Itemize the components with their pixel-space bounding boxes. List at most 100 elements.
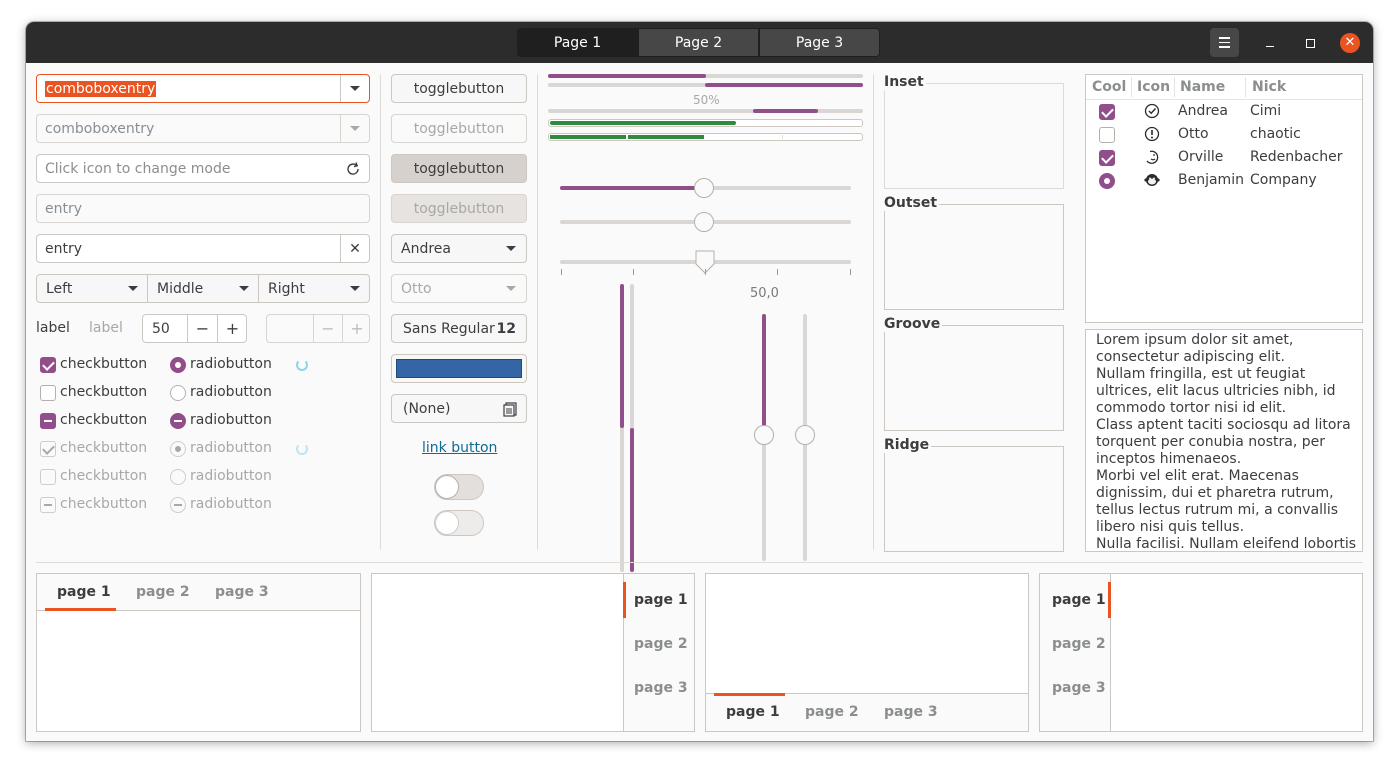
document-icon [503, 401, 517, 417]
checkbox-checked[interactable] [40, 357, 56, 373]
checkbox-checked-disabled [40, 441, 56, 457]
entry-with-clear[interactable]: entry ✕ [36, 234, 370, 263]
notebook-tab-page-2[interactable]: page 2 [1052, 636, 1106, 652]
column-header-icon[interactable]: Icon [1137, 79, 1170, 95]
text-line: dignissim, dui et pharetra rutrum, [1096, 485, 1334, 501]
close-button[interactable]: ✕ [1340, 33, 1360, 53]
togglebutton[interactable]: togglebutton [391, 74, 527, 103]
progress-bar-2 [548, 83, 863, 87]
link-button[interactable]: link button [422, 440, 497, 456]
notebook-tab-page-3[interactable]: page 3 [884, 704, 938, 720]
radio-unchecked-disabled [170, 469, 186, 485]
font-button[interactable]: Sans Regular 12 [391, 314, 527, 343]
frame-ridge [884, 446, 1064, 552]
togglebutton-active[interactable]: togglebutton [391, 154, 527, 183]
checkbox-unchecked[interactable] [40, 385, 56, 401]
v-scale-2-knob[interactable] [795, 425, 815, 445]
combobox-entry-focused[interactable]: comboboxentry [36, 74, 370, 103]
chevron-down-icon [506, 246, 516, 251]
tab-page-3[interactable]: Page 3 [759, 28, 880, 57]
row-cool-checkbox[interactable] [1099, 104, 1115, 120]
radio-checked-disabled [170, 441, 186, 457]
column-header-name[interactable]: Name [1180, 79, 1225, 95]
clear-icon[interactable]: ✕ [340, 235, 369, 262]
text-line: Morbi vel elit erat. Maecenas [1096, 468, 1299, 484]
column-header-nick[interactable]: Nick [1252, 79, 1286, 95]
file-chooser-button[interactable]: (None) [391, 394, 527, 423]
switch-off[interactable] [434, 474, 484, 500]
text-line: Nullam fringilla, est ut feugiat [1096, 366, 1306, 382]
notebook-tab-page-3[interactable]: page 3 [634, 680, 688, 696]
progress-bar-3 [548, 109, 863, 113]
linked-combo-buttons: Left Middle Right [36, 274, 370, 303]
notebook-tab-page-2[interactable]: page 2 [136, 584, 190, 600]
minimize-button[interactable] [1260, 33, 1280, 53]
notebook-tab-page-2[interactable]: page 2 [634, 636, 688, 652]
spin-button[interactable]: 50 − + [142, 314, 247, 343]
maximize-button[interactable] [1300, 33, 1320, 53]
hamburger-menu-button[interactable] [1210, 28, 1239, 57]
spinner-icon-disabled [296, 443, 308, 455]
notebook-tab-page-3[interactable]: page 3 [215, 584, 269, 600]
spin-plus-button[interactable]: + [217, 315, 247, 342]
treeview: Cool Icon Name Nick Andrea Cimi Otto cha… [1085, 74, 1363, 323]
radio-checked[interactable] [170, 357, 186, 373]
radio-mixed-disabled [170, 497, 186, 513]
h-scale-2-knob[interactable] [694, 212, 714, 232]
checkbutton-label[interactable]: checkbutton [60, 356, 147, 372]
checkbutton-label[interactable]: checkbutton [60, 412, 147, 428]
checkbutton-label-disabled: checkbutton [60, 468, 148, 484]
frame-inset [884, 83, 1064, 189]
notebook-tabs-left: page 1 page 2 page 3 [1039, 573, 1363, 732]
row-nick[interactable]: chaotic [1250, 126, 1301, 142]
row-nick[interactable]: Company [1250, 172, 1317, 188]
radio-unchecked[interactable] [170, 385, 186, 401]
active-tab-indicator [623, 582, 626, 618]
spin-minus-button[interactable]: − [187, 315, 217, 342]
scale-value: 50,0 [750, 286, 779, 301]
radio-mixed[interactable] [170, 413, 186, 429]
tab-page-1[interactable]: Page 1 [517, 28, 638, 57]
radiobutton-label[interactable]: radiobutton [190, 384, 272, 400]
section-separator [36, 562, 1363, 563]
radiobutton-label[interactable]: radiobutton [190, 412, 272, 428]
refresh-icon[interactable] [345, 161, 361, 177]
combo-dropdown-button[interactable] [340, 75, 369, 102]
notebook-tab-page-3[interactable]: page 3 [1052, 680, 1106, 696]
notebook-tab-page-1[interactable]: page 1 [1052, 592, 1106, 608]
icon-entry[interactable]: Click icon to change mode [36, 154, 370, 183]
notebook-tab-page-2[interactable]: page 2 [805, 704, 859, 720]
text-line: consectetur adipiscing elit. [1096, 349, 1285, 365]
row-name[interactable]: Andrea [1178, 103, 1228, 119]
column-header-cool[interactable]: Cool [1092, 79, 1126, 95]
combo-middle[interactable]: Middle [148, 274, 259, 303]
notebook-tab-page-1[interactable]: page 1 [57, 584, 111, 600]
progress-bar-1 [548, 74, 863, 78]
combo-right[interactable]: Right [259, 274, 370, 303]
row-nick[interactable]: Cimi [1250, 103, 1281, 119]
checkbox-unchecked-disabled [40, 469, 56, 485]
text-view[interactable]: Lorem ipsum dolor sit amet, consectetur … [1085, 329, 1363, 552]
radiobutton-label[interactable]: radiobutton [190, 356, 272, 372]
radiobutton-label-disabled: radiobutton [190, 496, 272, 512]
h-scale-1-knob[interactable] [694, 178, 714, 198]
checkbutton-label[interactable]: checkbutton [60, 384, 147, 400]
row-cool-radio[interactable] [1099, 173, 1115, 189]
notebook-tab-page-1[interactable]: page 1 [726, 704, 780, 720]
color-button[interactable] [391, 354, 527, 383]
row-name[interactable]: Orville [1178, 149, 1223, 165]
row-cool-checkbox[interactable] [1099, 127, 1115, 143]
v-scale-1-knob[interactable] [754, 425, 774, 445]
checkbox-mixed[interactable] [40, 413, 56, 429]
row-nick[interactable]: Redenbacher [1250, 149, 1343, 165]
row-name[interactable]: Otto [1178, 126, 1209, 142]
row-name[interactable]: Benjamin [1178, 172, 1244, 188]
spin-value: 50 [152, 320, 170, 337]
notebook-tab-page-1[interactable]: page 1 [634, 592, 688, 608]
combobox-andrea[interactable]: Andrea [391, 234, 527, 263]
combo-left[interactable]: Left [36, 274, 148, 303]
v-progress-1 [620, 284, 624, 572]
tab-page-2[interactable]: Page 2 [638, 28, 759, 57]
spin-button-disabled: − + [266, 314, 370, 343]
row-cool-checkbox[interactable] [1099, 150, 1115, 166]
